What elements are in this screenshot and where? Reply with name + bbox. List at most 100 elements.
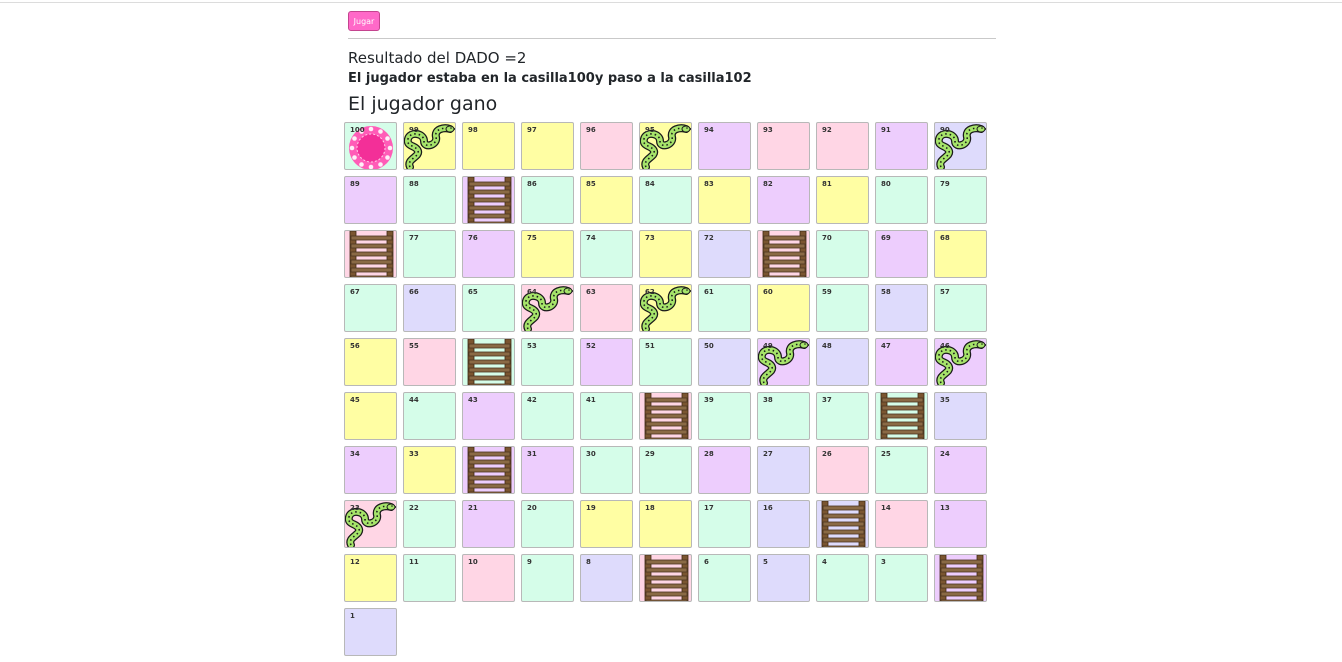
board-cell: 76 — [462, 230, 515, 278]
board-cell: 94 — [698, 122, 751, 170]
board-cell: 89 — [344, 176, 397, 224]
board-cell: 47 — [875, 338, 928, 386]
cell-number: 48 — [822, 342, 832, 350]
board-cell: 60 — [757, 284, 810, 332]
board-cell: 70 — [816, 230, 869, 278]
cell-number: 59 — [822, 288, 832, 296]
cell-number: 21 — [468, 504, 478, 512]
board-cell: 44 — [403, 392, 456, 440]
board-cell: 81 — [816, 176, 869, 224]
cell-number: 68 — [940, 234, 950, 242]
cell-number: 58 — [881, 288, 891, 296]
cell-number: 83 — [704, 180, 714, 188]
cell-number: 37 — [822, 396, 832, 404]
cell-number: 76 — [468, 234, 478, 242]
board-cell: 37 — [816, 392, 869, 440]
board-cell: 61 — [698, 284, 751, 332]
cell-number: 51 — [645, 342, 655, 350]
cell-number: 63 — [586, 288, 596, 296]
board-cell — [639, 392, 692, 440]
board-cell: 4 — [816, 554, 869, 602]
board-cell: 92 — [816, 122, 869, 170]
cell-number: 34 — [350, 450, 360, 458]
board-cell: 10 — [462, 554, 515, 602]
board-cell: 30 — [580, 446, 633, 494]
board-cell — [639, 554, 692, 602]
board-cell: 29 — [639, 446, 692, 494]
ladder-icon — [762, 231, 807, 277]
ladder-icon — [821, 501, 866, 547]
cell-number: 24 — [940, 450, 950, 458]
ladder-icon — [467, 177, 512, 223]
board-cell: 51 — [639, 338, 692, 386]
cell-number: 9 — [527, 558, 532, 566]
cell-number: 85 — [586, 180, 596, 188]
board-cell: 17 — [698, 500, 751, 548]
cell-number: 50 — [704, 342, 714, 350]
cell-number: 29 — [645, 450, 655, 458]
cell-number: 28 — [704, 450, 714, 458]
cell-number: 38 — [763, 396, 773, 404]
cell-number: 91 — [881, 126, 891, 134]
board-cell: 56 — [344, 338, 397, 386]
cell-number: 6 — [704, 558, 709, 566]
cell-number: 75 — [527, 234, 537, 242]
cell-number: 66 — [409, 288, 419, 296]
board-cell: 64 — [521, 284, 574, 332]
cell-number: 79 — [940, 180, 950, 188]
board-cell: 53 — [521, 338, 574, 386]
board-cell: 68 — [934, 230, 987, 278]
board-cell: 23 — [344, 500, 397, 548]
cell-number: 55 — [409, 342, 419, 350]
ladder-icon — [939, 555, 984, 601]
board-cell: 99 — [403, 122, 456, 170]
cell-number: 53 — [527, 342, 537, 350]
board-cell: 50 — [698, 338, 751, 386]
cell-number: 60 — [763, 288, 773, 296]
board-cell: 48 — [816, 338, 869, 386]
board-cell: 33 — [403, 446, 456, 494]
board-cell: 82 — [757, 176, 810, 224]
board-cell: 38 — [757, 392, 810, 440]
board-cell: 3 — [875, 554, 928, 602]
board-cell: 72 — [698, 230, 751, 278]
cell-number: 67 — [350, 288, 360, 296]
move-message-text: El jugador estaba en la casilla100y paso… — [348, 71, 752, 86]
cell-number: 41 — [586, 396, 596, 404]
board-cell — [816, 500, 869, 548]
cell-number: 43 — [468, 396, 478, 404]
cell-number: 45 — [350, 396, 360, 404]
board-cell: 85 — [580, 176, 633, 224]
winner-message: El jugador gano — [348, 93, 498, 115]
board-cell: 88 — [403, 176, 456, 224]
cell-number: 25 — [881, 450, 891, 458]
board-cell: 98 — [462, 122, 515, 170]
cell-number: 17 — [704, 504, 714, 512]
cell-number: 61 — [704, 288, 714, 296]
cell-number: 20 — [527, 504, 537, 512]
board-cell: 34 — [344, 446, 397, 494]
board-cell: 63 — [580, 284, 633, 332]
cell-number: 12 — [350, 558, 360, 566]
board-cell — [934, 554, 987, 602]
board-cell: 18 — [639, 500, 692, 548]
cell-number: 81 — [822, 180, 832, 188]
cell-number: 14 — [881, 504, 891, 512]
ladder-icon — [644, 393, 689, 439]
cell-number: 44 — [409, 396, 419, 404]
cell-number: 94 — [704, 126, 714, 134]
board-cell: 45 — [344, 392, 397, 440]
dice-result-text: Resultado del DADO =2 — [348, 49, 527, 67]
cell-number: 82 — [763, 180, 773, 188]
header-divider — [348, 38, 996, 39]
cell-number: 23 — [350, 504, 360, 512]
cell-number: 8 — [586, 558, 591, 566]
board-cell: 41 — [580, 392, 633, 440]
cell-number: 18 — [645, 504, 655, 512]
board-cell: 75 — [521, 230, 574, 278]
board-cell — [757, 230, 810, 278]
play-button[interactable]: Jugar — [348, 11, 380, 31]
board-cell: 13 — [934, 500, 987, 548]
board-cell: 55 — [403, 338, 456, 386]
ladder-icon — [644, 555, 689, 601]
